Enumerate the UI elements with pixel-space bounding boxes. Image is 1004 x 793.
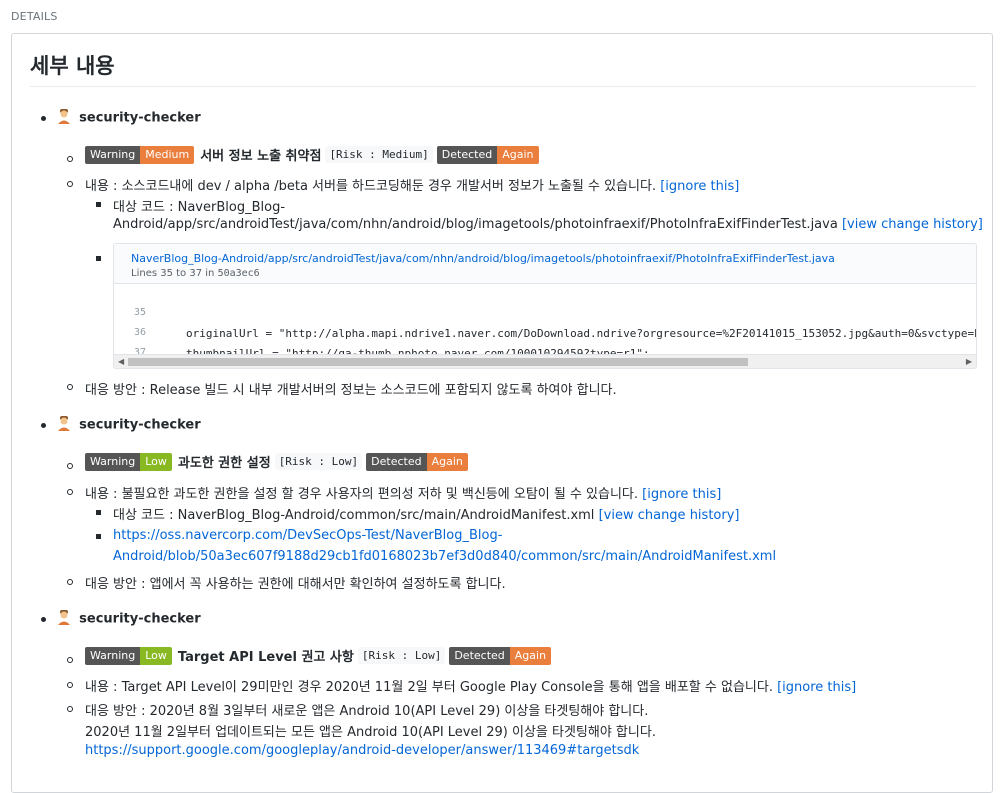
list-bullet: [41, 617, 46, 622]
content-text: 내용 : 소스코드내에 dev / alpha /beta 서버를 하드코딩해둔…: [85, 179, 740, 194]
list-bullet: [67, 156, 73, 162]
target-code: 대상 코드 : NaverBlog_Blog-Android/common/sr…: [113, 508, 740, 523]
source-url-link-line2[interactable]: Android/blob/50a3ec607f9188d29cb1fd01680…: [113, 549, 776, 564]
panel-title: 세부 내용: [30, 50, 976, 87]
content-text: 내용 : 불필요한 과도한 권한을 설정 할 경우 사용자의 편의성 저하 및 …: [85, 487, 722, 502]
list-bullet: [96, 534, 101, 539]
list-bullet: [67, 706, 73, 712]
scroll-right-icon[interactable]: ▶: [966, 357, 972, 367]
checker-row: security-checker: [57, 610, 201, 627]
ignore-link[interactable]: [ignore this]: [777, 680, 856, 695]
commit-hash[interactable]: 50a3ec6: [218, 268, 260, 279]
horizontal-scrollbar[interactable]: ◀ ▶: [114, 354, 976, 368]
code-snippet: NaverBlog_Blog-Android/app/src/androidTe…: [113, 243, 977, 369]
target-code-line2: Android/app/src/androidTest/java/com/nhn…: [113, 217, 983, 232]
person-icon: [58, 109, 70, 124]
remedy-text: 대응 방안 : Release 빌드 시 내부 개발서버의 정보는 소스코드에 …: [85, 383, 617, 398]
code-file-link[interactable]: NaverBlog_Blog-Android/app/src/androidTe…: [131, 252, 835, 265]
checker-name: security-checker: [79, 611, 201, 627]
view-change-history-link[interactable]: [view change history]: [842, 217, 983, 232]
list-bullet: [67, 657, 73, 663]
ignore-link[interactable]: [ignore this]: [660, 179, 739, 194]
list-bullet: [96, 202, 101, 207]
remedy-text-line1: 대응 방안 : 2020년 8월 3일부터 새로운 앱은 Android 10(…: [85, 704, 649, 719]
section-label: DETAILS: [11, 10, 58, 23]
ignore-link[interactable]: [ignore this]: [642, 487, 721, 502]
warning-badge: Warning Low: [85, 452, 172, 471]
remedy-text-line2: 2020년 11월 2일부터 업데이트되는 모든 앱은 Android 10(A…: [85, 725, 656, 740]
detected-badge: Detected Again: [436, 145, 539, 164]
list-bullet: [67, 682, 73, 688]
risk-label: [Risk : Medium]: [325, 146, 433, 163]
list-bullet: [67, 489, 73, 495]
person-icon: [58, 610, 70, 625]
vulnerability-title: 서버 정보 노출 취약점: [200, 149, 322, 164]
scroll-left-icon[interactable]: ◀: [118, 357, 124, 367]
list-bullet: [67, 463, 73, 469]
list-bullet: [67, 384, 73, 390]
list-bullet: [41, 423, 46, 428]
source-url-link-line1[interactable]: https://oss.navercorp.com/DevSecOps-Test…: [113, 528, 502, 543]
risk-label: [Risk : Low]: [357, 647, 446, 664]
remedy-text: 대응 방안 : 앱에서 꼭 사용하는 권한에 대해서만 확인하여 설정하도록 합…: [85, 577, 506, 592]
finding-header: Warning Low Target API Level 권고 사항 [Risk : …: [85, 646, 555, 665]
target-code-line1: 대상 코드 : NaverBlog_Blog-: [113, 200, 286, 215]
code-line: 35: [134, 307, 147, 318]
person-icon: [58, 416, 70, 431]
checker-row: security-checker: [57, 109, 201, 126]
code-header: NaverBlog_Blog-Android/app/src/androidTe…: [114, 244, 976, 284]
checker-row: security-checker: [57, 416, 201, 433]
list-bullet: [41, 116, 46, 121]
list-bullet: [96, 510, 101, 515]
content-text: 내용 : Target API Level이 29미만인 경우 2020년 11…: [85, 680, 857, 695]
detected-badge: Detected Again: [449, 646, 552, 665]
checker-name: security-checker: [79, 110, 201, 126]
code-lines-info: Lines 35 to 37 in 50a3ec6: [131, 268, 260, 279]
warning-badge: Warning Medium: [85, 145, 195, 164]
finding-header: Warning Medium 서버 정보 노출 취약점 [Risk : Medium]…: [85, 145, 543, 164]
vulnerability-title: Target API Level 권고 사항: [177, 650, 354, 665]
detected-badge: Detected Again: [366, 452, 468, 471]
list-bullet: [67, 579, 73, 585]
warning-badge: Warning Low: [85, 646, 172, 665]
view-change-history-link[interactable]: [view change history]: [599, 508, 740, 523]
scroll-thumb[interactable]: [128, 358, 748, 366]
details-panel: 세부 내용 security-checker Warning Medium 서버 정…: [11, 33, 993, 793]
code-line: 36 originalUrl = "http://alpha.mapi.ndriv…: [134, 327, 977, 340]
checker-name: security-checker: [79, 417, 201, 433]
code-line: 37thumbnailUrl = "http://qa-thumb.nphoto…: [134, 347, 650, 360]
risk-label: [Risk : Low]: [274, 453, 363, 470]
vulnerability-title: 과도한 권한 설정: [177, 456, 271, 471]
list-bullet: [67, 181, 73, 187]
list-bullet: [96, 256, 101, 261]
finding-header: Warning Low 과도한 권한 설정 [Risk : Low] Detected A…: [85, 452, 472, 471]
remedy-link[interactable]: https://support.google.com/googleplay/an…: [85, 743, 639, 758]
